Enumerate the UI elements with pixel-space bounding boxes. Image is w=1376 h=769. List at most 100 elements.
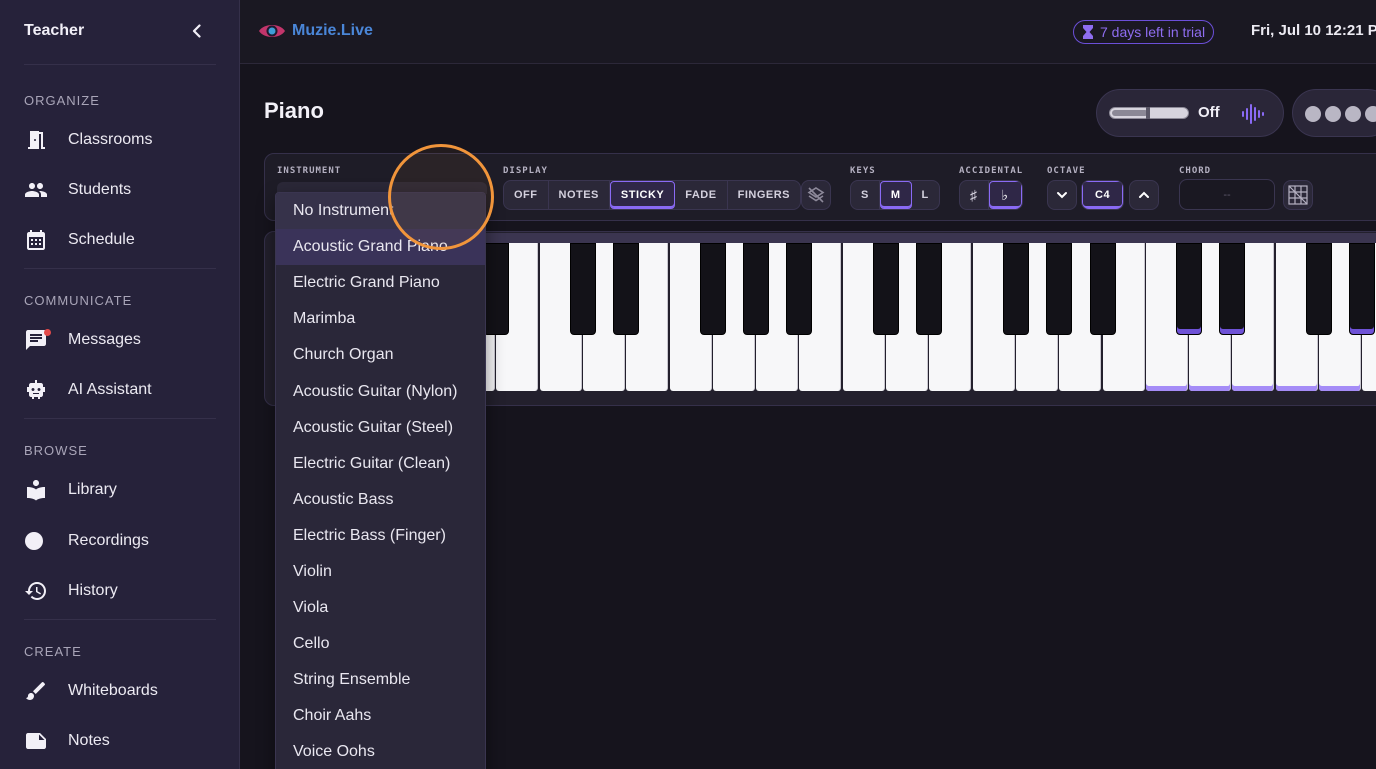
- sidebar-item-label: Messages: [68, 331, 141, 348]
- slider-handle[interactable]: [1146, 107, 1150, 119]
- sidebar-item-recordings[interactable]: Recordings: [24, 523, 224, 559]
- octave-label: OCTAVE: [1047, 166, 1086, 176]
- book-reader-icon: [24, 478, 60, 502]
- input-level-slider[interactable]: [1109, 107, 1189, 119]
- black-key[interactable]: [1349, 243, 1376, 335]
- instrument-option[interactable]: Violin: [276, 554, 485, 590]
- sidebar-item-label: Whiteboards: [68, 682, 158, 699]
- black-key[interactable]: [786, 243, 813, 335]
- sidebar-item-library[interactable]: Library: [24, 472, 224, 508]
- chevron-down-icon: [1057, 192, 1067, 199]
- black-key[interactable]: [1306, 243, 1332, 335]
- display-fade-button[interactable]: FADE: [675, 181, 728, 209]
- instrument-option[interactable]: Voice Oohs: [276, 734, 485, 769]
- chord-grid-button[interactable]: [1283, 180, 1313, 210]
- instrument-option[interactable]: Electric Bass (Finger): [276, 518, 485, 554]
- black-key[interactable]: [569, 243, 596, 335]
- unread-badge: [44, 329, 51, 336]
- instrument-option[interactable]: Acoustic Guitar (Nylon): [276, 373, 485, 409]
- sidebar-item-whiteboards[interactable]: Whiteboards: [24, 673, 224, 709]
- instrument-option[interactable]: Cello: [276, 626, 485, 662]
- instrument-option[interactable]: Acoustic Grand Piano: [276, 229, 485, 266]
- black-key[interactable]: [1219, 243, 1246, 335]
- collapse-sidebar-button[interactable]: [186, 20, 208, 42]
- accidental-group: ♯ ♭: [959, 180, 1023, 210]
- instrument-option[interactable]: Electric Guitar (Clean): [276, 446, 485, 482]
- octave-down-button[interactable]: [1047, 180, 1077, 210]
- sharp-button[interactable]: ♯: [960, 181, 989, 209]
- sidebar-item-label: Classrooms: [68, 131, 153, 148]
- instrument-option[interactable]: Church Organ: [276, 337, 485, 373]
- instrument-option[interactable]: Choir Aahs: [276, 698, 485, 734]
- key-size-group: S M L: [850, 180, 940, 210]
- sidebar-item-students[interactable]: Students: [24, 172, 224, 208]
- sidebar-item-ai-assistant[interactable]: AI Assistant: [24, 372, 224, 408]
- audio-wave-icon[interactable]: [1240, 102, 1264, 126]
- sidebar-item-classrooms[interactable]: Classrooms: [24, 122, 224, 158]
- octave-value: C4: [1082, 181, 1124, 209]
- trial-text: 7 days left in trial: [1100, 24, 1206, 40]
- participant-indicators[interactable]: [1292, 89, 1376, 137]
- piano-keyboard[interactable]: [453, 243, 1376, 391]
- door-icon: [24, 128, 60, 152]
- instrument-option[interactable]: No Instrument: [276, 193, 485, 230]
- instrument-option[interactable]: Viola: [276, 590, 485, 626]
- indicator-dot: [1345, 106, 1361, 122]
- sidebar-title: Teacher: [24, 22, 85, 39]
- display-off-button[interactable]: OFF: [504, 181, 549, 209]
- black-key[interactable]: [1176, 243, 1203, 335]
- brand-logo[interactable]: Muzie.Live: [258, 20, 373, 42]
- black-key[interactable]: [613, 243, 640, 335]
- sidebar-item-schedule[interactable]: Schedule: [24, 222, 224, 258]
- display-fingers-button[interactable]: FINGERS: [728, 181, 800, 209]
- display-notes-button[interactable]: NOTES: [549, 181, 610, 209]
- black-key[interactable]: [1046, 243, 1073, 335]
- key-size-m-button[interactable]: M: [879, 181, 912, 209]
- black-key[interactable]: [1002, 243, 1029, 335]
- sidebar-item-notes[interactable]: Notes: [24, 723, 224, 759]
- black-key[interactable]: [1089, 243, 1116, 335]
- indicator-dot: [1325, 106, 1341, 122]
- mic-status: Off: [1198, 104, 1220, 121]
- accidental-label: ACCIDENTAL: [959, 166, 1024, 176]
- note-icon: [24, 729, 60, 753]
- sidebar-item-label: History: [68, 582, 118, 599]
- key-size-l-button[interactable]: L: [912, 181, 939, 209]
- instrument-option[interactable]: Electric Grand Piano: [276, 265, 485, 301]
- hourglass-icon: [1083, 25, 1093, 39]
- octave-up-button[interactable]: [1129, 180, 1159, 210]
- display-sticky-button[interactable]: STICKY: [609, 181, 676, 209]
- calendar-icon: [24, 228, 60, 252]
- app-root: Teacher ORGANIZE Classrooms Students Sch…: [0, 0, 1376, 769]
- divider: [24, 418, 216, 419]
- sidebar-item-history[interactable]: History: [24, 573, 224, 609]
- sidebar-item-messages[interactable]: Messages: [24, 322, 224, 358]
- instrument-option[interactable]: String Ensemble: [276, 662, 485, 698]
- black-key[interactable]: [916, 243, 943, 335]
- divider: [24, 268, 216, 269]
- instrument-label: INSTRUMENT: [277, 166, 342, 176]
- layers-toggle-button[interactable]: [801, 180, 831, 210]
- key-size-s-button[interactable]: S: [851, 181, 880, 209]
- section-create: CREATE: [24, 644, 82, 659]
- octave-value-box: C4: [1081, 180, 1125, 210]
- flat-button[interactable]: ♭: [988, 181, 1022, 209]
- instrument-option[interactable]: Marimba: [276, 301, 485, 337]
- record-icon: [24, 529, 60, 553]
- indicator-dot: [1365, 106, 1376, 122]
- current-datetime: Fri, Jul 10 12:21 PM: [1251, 22, 1376, 39]
- section-browse: BROWSE: [24, 443, 88, 458]
- sidebar-item-label: Recordings: [68, 532, 149, 549]
- grid-icon: [1288, 185, 1308, 205]
- black-key[interactable]: [699, 243, 726, 335]
- chord-display: --: [1179, 179, 1275, 210]
- black-key[interactable]: [873, 243, 899, 335]
- trial-badge[interactable]: 7 days left in trial: [1073, 20, 1215, 44]
- message-icon: [24, 328, 60, 352]
- black-key[interactable]: [483, 243, 510, 335]
- instrument-option[interactable]: Acoustic Guitar (Steel): [276, 410, 485, 446]
- instrument-option[interactable]: Acoustic Bass: [276, 482, 485, 518]
- black-key[interactable]: [743, 243, 770, 335]
- indicator-dot: [1305, 106, 1321, 122]
- mic-input-control[interactable]: Off: [1096, 89, 1284, 137]
